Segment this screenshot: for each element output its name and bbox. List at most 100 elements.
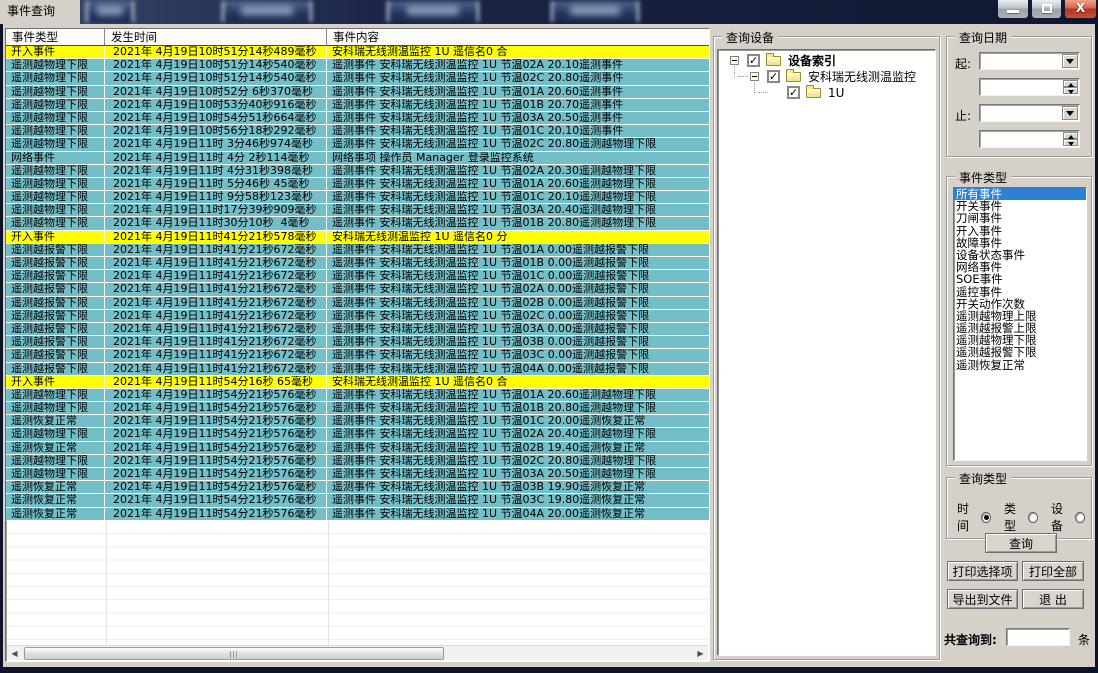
table-row[interactable]: 遥测越报警下限2021年 4月19日11时41分21秒672毫秒遥测事件 安科瑞… bbox=[6, 283, 709, 296]
scroll-right-icon[interactable]: ▶ bbox=[693, 647, 708, 660]
table-row[interactable]: 遥测越物理下限2021年 4月19日10时56分18秒292毫秒遥测事件 安科瑞… bbox=[6, 125, 709, 138]
maximize-button[interactable] bbox=[1031, 0, 1062, 19]
table-row[interactable]: 遥测越物理下限2021年 4月19日11时 5分46秒 45毫秒遥测事件 安科瑞… bbox=[6, 178, 709, 191]
chevron-down-icon[interactable] bbox=[1062, 106, 1078, 120]
table-row[interactable]: 遥测越物理下限2021年 4月19日10时51分14秒540毫秒遥测事件 安科瑞… bbox=[6, 72, 709, 85]
spin-down-icon[interactable] bbox=[1063, 139, 1078, 146]
tab-blurred-4[interactable] bbox=[551, 1, 639, 22]
table-row[interactable]: 开入事件2021年 4月19日11时41分21秒578毫秒安科瑞无线测温监控 1… bbox=[6, 231, 709, 244]
table-row[interactable]: 遥测越物理下限2021年 4月19日10时54分51秒664毫秒遥测事件 安科瑞… bbox=[6, 112, 709, 125]
collapse-icon[interactable] bbox=[750, 72, 759, 81]
column-header-content[interactable]: 事件内容 bbox=[327, 29, 709, 45]
table-row[interactable]: 网络事件2021年 4月19日11时 4分 2秒114毫秒网络事项 操作员 Ma… bbox=[6, 152, 709, 165]
tab-event-query[interactable]: 事件查询 bbox=[0, 0, 80, 24]
table-row[interactable]: 遥测越报警下限2021年 4月19日11时41分21秒672毫秒遥测事件 安科瑞… bbox=[6, 336, 709, 349]
spin-down-icon[interactable] bbox=[1063, 87, 1078, 94]
radio-label: 类型 bbox=[1004, 500, 1025, 534]
event-time-cell: 2021年 4月19日11时54分21秒576毫秒 bbox=[105, 481, 327, 493]
spin-up-icon[interactable] bbox=[1063, 80, 1078, 87]
export-file-button[interactable]: 导出到文件 bbox=[947, 589, 1018, 609]
query-button[interactable]: 查询 bbox=[985, 533, 1057, 553]
collapse-icon[interactable] bbox=[730, 56, 739, 65]
table-row[interactable]: 遥测越报警下限2021年 4月19日11时41分21秒672毫秒遥测事件 安科瑞… bbox=[6, 257, 709, 270]
table-row[interactable]: 遥测越物理下限2021年 4月19日10时51分14秒540毫秒遥测事件 安科瑞… bbox=[6, 59, 709, 72]
event-type-option[interactable]: 遥测恢复正常 bbox=[954, 359, 1086, 371]
minimize-icon bbox=[1007, 10, 1019, 13]
column-header-event-type[interactable]: 事件类型 bbox=[6, 29, 105, 45]
table-row[interactable]: 遥测恢复正常2021年 4月19日11时54分21秒576毫秒遥测事件 安科瑞无… bbox=[6, 508, 709, 521]
print-all-button[interactable]: 打印全部 bbox=[1022, 561, 1084, 581]
start-date-combobox[interactable]: 2021年 4月18日 bbox=[979, 52, 1080, 70]
tree-node-label[interactable]: 1U bbox=[828, 86, 844, 100]
tree-checkbox[interactable]: ✓ bbox=[787, 86, 800, 99]
table-row[interactable]: 开入事件2021年 4月19日10时51分14秒489毫秒安科瑞无线测温监控 1… bbox=[6, 46, 709, 59]
scrollbar-thumb[interactable] bbox=[24, 647, 444, 660]
chevron-down-icon[interactable] bbox=[1062, 54, 1078, 68]
event-type-cell: 遥测越物理下限 bbox=[6, 72, 105, 84]
print-selected-button[interactable]: 打印选择项 bbox=[947, 561, 1018, 581]
event-type-cell: 遥测越报警下限 bbox=[6, 363, 105, 375]
table-row[interactable]: 遥测越报警下限2021年 4月19日11时41分21秒672毫秒遥测事件 安科瑞… bbox=[6, 270, 709, 283]
table-row[interactable]: 遥测越物理下限2021年 4月19日11时54分21秒576毫秒遥测事件 安科瑞… bbox=[6, 468, 709, 481]
event-type-option[interactable]: 遥控事件 bbox=[954, 286, 1086, 298]
tree-node-1u[interactable]: ✓ 1U bbox=[718, 86, 933, 100]
tree-node-root[interactable]: ✓ 设备索引 bbox=[718, 54, 933, 68]
table-row[interactable]: 遥测越物理下限2021年 4月19日10时53分40秒916毫秒遥测事件 安科瑞… bbox=[6, 99, 709, 112]
radio-option[interactable]: 类型 bbox=[1004, 500, 1038, 534]
spin-up-icon[interactable] bbox=[1063, 132, 1078, 139]
table-row[interactable]: 遥测越物理下限2021年 4月19日11时 9分58秒123毫秒遥测事件 安科瑞… bbox=[6, 191, 709, 204]
exit-button[interactable]: 退 出 bbox=[1022, 589, 1084, 609]
close-icon: X bbox=[1065, 1, 1096, 15]
column-header-time[interactable]: 发生时间 bbox=[105, 29, 327, 45]
tree-node-device[interactable]: ✓ 安科瑞无线测温监控 bbox=[718, 70, 933, 84]
radio-circle-icon[interactable] bbox=[981, 512, 991, 523]
event-type-option[interactable]: SOE事件 bbox=[954, 273, 1086, 285]
table-row[interactable]: 遥测越报警下限2021年 4月19日11时41分21秒672毫秒遥测事件 安科瑞… bbox=[6, 363, 709, 376]
table-row[interactable]: 遥测恢复正常2021年 4月19日11时54分21秒576毫秒遥测事件 安科瑞无… bbox=[6, 415, 709, 428]
table-row[interactable]: 遥测恢复正常2021年 4月19日11时54分21秒576毫秒遥测事件 安科瑞无… bbox=[6, 442, 709, 455]
table-row[interactable]: 遥测越物理下限2021年 4月19日10时52分 6秒370毫秒遥测事件 安科瑞… bbox=[6, 86, 709, 99]
minimize-button[interactable] bbox=[997, 0, 1029, 19]
radio-circle-icon[interactable] bbox=[1075, 512, 1085, 523]
table-row[interactable]: 遥测越物理下限2021年 4月19日11时 3分46秒974毫秒遥测事件 安科瑞… bbox=[6, 138, 709, 151]
event-type-option[interactable]: 刀闸事件 bbox=[954, 212, 1086, 224]
table-row[interactable]: 遥测越物理下限2021年 4月19日11时 4分31秒398毫秒遥测事件 安科瑞… bbox=[6, 165, 709, 178]
horizontal-scrollbar[interactable]: ◀ ▶ bbox=[7, 645, 708, 660]
table-row[interactable]: 遥测越物理下限2021年 4月19日11时54分21秒576毫秒遥测事件 安科瑞… bbox=[6, 428, 709, 441]
tab-blurred-1[interactable] bbox=[86, 1, 134, 22]
table-row[interactable]: 遥测恢复正常2021年 4月19日11时54分21秒576毫秒遥测事件 安科瑞无… bbox=[6, 494, 709, 507]
device-tree-group: 查询设备 ✓ 设备索引 ✓ 安科瑞无线测温监控 ✓ 1U bbox=[713, 36, 940, 660]
tree-checkbox[interactable]: ✓ bbox=[767, 70, 780, 83]
window-border-left bbox=[0, 24, 3, 668]
table-row[interactable]: 遥测越物理下限2021年 4月19日11时17分39秒909毫秒遥测事件 安科瑞… bbox=[6, 204, 709, 217]
result-count-field[interactable]: 36 bbox=[1006, 628, 1070, 646]
radio-circle-icon[interactable] bbox=[1028, 512, 1038, 523]
end-date-combobox[interactable]: 2021年 4月19日 bbox=[979, 104, 1080, 122]
close-button[interactable]: X bbox=[1064, 0, 1097, 19]
start-time-spinner[interactable]: 11:57:07 bbox=[979, 78, 1080, 96]
event-type-option[interactable]: 遥测越报警下限 bbox=[954, 346, 1086, 358]
table-row[interactable]: 遥测越报警下限2021年 4月19日11时41分21秒672毫秒遥测事件 安科瑞… bbox=[6, 323, 709, 336]
event-type-option[interactable]: 开入事件 bbox=[954, 225, 1086, 237]
event-time-cell: 2021年 4月19日11时17分39秒909毫秒 bbox=[105, 204, 327, 216]
empty-grid-area bbox=[7, 521, 708, 646]
table-row[interactable]: 遥测越物理下限2021年 4月19日11时30分10秒 4毫秒遥测事件 安科瑞无… bbox=[6, 217, 709, 230]
end-time-spinner[interactable]: 11:57:07 bbox=[979, 130, 1080, 148]
table-row[interactable]: 遥测越物理下限2021年 4月19日11时54分21秒576毫秒遥测事件 安科瑞… bbox=[6, 455, 709, 468]
radio-option[interactable]: 设备 bbox=[1051, 500, 1085, 534]
scroll-left-icon[interactable]: ◀ bbox=[7, 647, 22, 660]
table-row[interactable]: 遥测恢复正常2021年 4月19日11时54分21秒576毫秒遥测事件 安科瑞无… bbox=[6, 481, 709, 494]
tree-node-label[interactable]: 设备索引 bbox=[788, 54, 836, 68]
table-row[interactable]: 遥测越报警下限2021年 4月19日11时41分21秒672毫秒遥测事件 安科瑞… bbox=[6, 244, 709, 257]
tree-checkbox[interactable]: ✓ bbox=[747, 54, 760, 67]
table-row[interactable]: 遥测越物理下限2021年 4月19日11时54分21秒576毫秒遥测事件 安科瑞… bbox=[6, 402, 709, 415]
table-row[interactable]: 遥测越报警下限2021年 4月19日11时41分21秒672毫秒遥测事件 安科瑞… bbox=[6, 349, 709, 362]
table-row[interactable]: 遥测越物理下限2021年 4月19日11时54分21秒576毫秒遥测事件 安科瑞… bbox=[6, 389, 709, 402]
tree-node-label[interactable]: 安科瑞无线测温监控 bbox=[808, 70, 916, 84]
table-row[interactable]: 开入事件2021年 4月19日11时54分16秒 65毫秒安科瑞无线测温监控 1… bbox=[6, 376, 709, 389]
tab-blurred-3[interactable] bbox=[387, 1, 479, 22]
radio-option[interactable]: 时间 bbox=[957, 500, 991, 534]
tab-blurred-2[interactable] bbox=[222, 1, 312, 22]
table-row[interactable]: 遥测越报警下限2021年 4月19日11时41分21秒672毫秒遥测事件 安科瑞… bbox=[6, 310, 709, 323]
table-row[interactable]: 遥测越报警下限2021年 4月19日11时41分21秒672毫秒遥测事件 安科瑞… bbox=[6, 297, 709, 310]
